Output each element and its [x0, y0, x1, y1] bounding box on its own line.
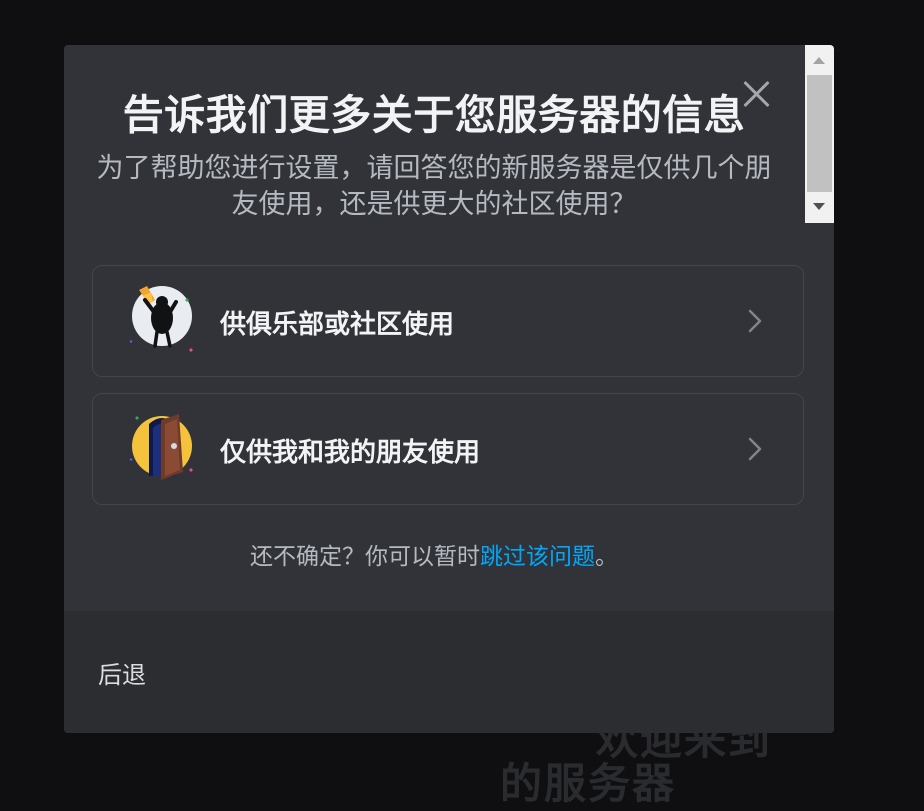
skip-question-link[interactable]: 跳过该问题 — [480, 544, 595, 570]
modal-title: 告诉我们更多关于您服务器的信息 — [122, 91, 746, 139]
friends-door-illustration-icon — [129, 414, 193, 480]
hint-suffix: 。 — [595, 544, 618, 570]
scroll-down-arrow-icon[interactable] — [813, 203, 825, 210]
option-friends-label: 仅供我和我的朋友使用 — [220, 438, 481, 468]
community-illustration-icon — [129, 286, 193, 352]
background-heading-fragment-2: 的服务器 — [500, 759, 677, 808]
scroll-thumb[interactable] — [807, 75, 832, 192]
hint-prefix: 还不确定？你可以暂时 — [250, 544, 480, 570]
modal-subtitle: 为了帮助您进行设置，请回答您的新服务器是仅供几个朋友使用，还是供更大的社区使用？ — [96, 153, 772, 220]
chevron-right-icon — [748, 437, 762, 461]
scroll-up-arrow-icon[interactable] — [813, 57, 825, 64]
modal-footer: 后退 — [64, 611, 834, 733]
option-club-community-button[interactable]: 供俱乐部或社区使用 — [92, 265, 804, 377]
option-friends-button[interactable]: 仅供我和我的朋友使用 — [92, 393, 804, 505]
chevron-right-icon — [748, 309, 762, 333]
skip-hint-text: 还不确定？你可以暂时跳过该问题。 — [64, 537, 804, 571]
option-club-community-label: 供俱乐部或社区使用 — [220, 310, 455, 340]
back-button[interactable]: 后退 — [98, 655, 146, 690]
create-server-modal: 告诉我们更多关于您服务器的信息 为了帮助您进行设置，请回答您的新服务器是仅供几个… — [64, 45, 834, 733]
modal-scrollbar[interactable] — [805, 45, 834, 223]
